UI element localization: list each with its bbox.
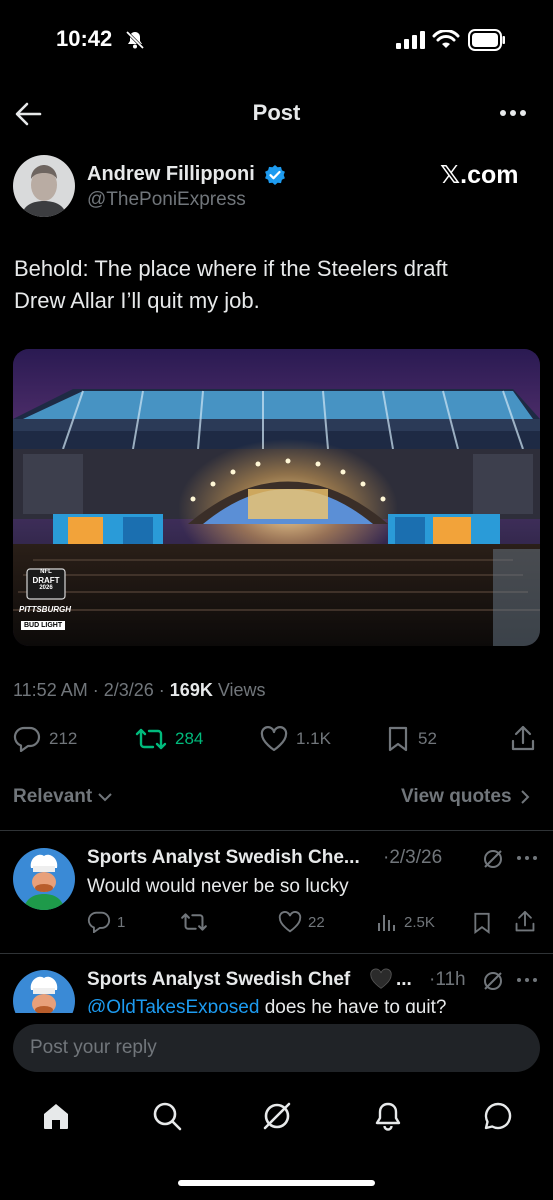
reply-time: ·11h xyxy=(429,969,466,990)
views-label: Views xyxy=(217,680,266,700)
reply-icon xyxy=(87,911,111,933)
grok-icon[interactable] xyxy=(482,848,504,870)
author-avatar[interactable] xyxy=(13,155,75,217)
draft-logo-line: DRAFT xyxy=(32,576,60,585)
author-name[interactable]: Andrew Fillipponi xyxy=(87,163,255,186)
repost-count: 284 xyxy=(175,729,204,748)
reply-author-name[interactable]: Sports Analyst Swedish Che... xyxy=(87,847,360,869)
home-indicator xyxy=(178,1180,375,1186)
reply-avatar[interactable] xyxy=(13,970,75,1013)
reply-name-ellipsis: ... xyxy=(396,969,412,990)
reply-text-body: does he have to quit? xyxy=(259,997,447,1013)
sort-dropdown[interactable]: Relevant xyxy=(13,786,112,808)
notifications-icon[interactable] xyxy=(372,1100,404,1132)
draft-logo-line: 2026 xyxy=(39,585,53,591)
signal-icon xyxy=(396,31,426,49)
tweet-text-line: Drew Allar I’ll quit my job. xyxy=(14,288,260,313)
tweet-date[interactable]: 2/3/26 xyxy=(104,680,154,700)
reply-reply-count: 1 xyxy=(117,913,126,931)
reply-text: Would would never be so lucky xyxy=(87,876,349,897)
x-brand-watermark: 𝕏.com xyxy=(440,161,519,189)
grok-icon[interactable] xyxy=(482,970,504,992)
page-title: Post xyxy=(252,100,301,125)
status-time: 10:42 xyxy=(56,26,113,51)
share-icon[interactable] xyxy=(510,725,536,753)
like-icon xyxy=(260,726,288,752)
divider xyxy=(0,953,553,954)
author-handle[interactable]: @ThePoniExpress xyxy=(87,189,246,211)
grok-icon[interactable] xyxy=(261,1100,293,1132)
views-icon xyxy=(378,915,395,931)
search-icon[interactable] xyxy=(151,1100,183,1132)
repost-icon xyxy=(181,913,207,931)
more-icon[interactable] xyxy=(516,855,538,861)
bookmark-icon[interactable] xyxy=(472,912,492,934)
draft-logo-line: NFL xyxy=(40,569,52,575)
reply-views-button[interactable]: 2.5K xyxy=(376,911,435,933)
reply-button[interactable]: 212 xyxy=(13,726,77,752)
share-icon[interactable] xyxy=(514,910,536,934)
tweet-text-line: Behold: The place where if the Steelers … xyxy=(14,256,448,281)
reply-time: ·2/3/26 xyxy=(383,847,443,868)
tweet-media-image[interactable]: NFL DRAFT 2026 PITTSBURGH BUD LIGHT xyxy=(13,349,540,646)
reply-time-value: 11h xyxy=(435,969,466,990)
draft-logo: NFL DRAFT 2026 xyxy=(27,569,65,592)
reply-repost-button[interactable] xyxy=(180,911,208,933)
tweet-time: 11:52 AM xyxy=(13,680,88,700)
messages-icon[interactable] xyxy=(482,1100,514,1132)
silent-bell-icon xyxy=(125,30,145,50)
reply-like-button[interactable]: 22 xyxy=(278,911,325,933)
reply-item-clipped: Sports Analyst Swedish Chef ... ·11h @Ol… xyxy=(0,955,553,1013)
bookmark-count: 52 xyxy=(418,729,437,748)
reply-reply-button[interactable]: 1 xyxy=(87,911,125,933)
bookmark-button[interactable]: 52 xyxy=(386,726,437,752)
more-icon[interactable] xyxy=(516,977,538,983)
reply-text: @OldTakesExposed does he have to quit? xyxy=(87,997,446,1013)
reply-placeholder: Post your reply xyxy=(30,1037,157,1058)
sort-label: Relevant xyxy=(13,786,93,807)
like-count: 1.1K xyxy=(296,729,331,748)
more-icon[interactable] xyxy=(497,105,529,121)
reply-author-name[interactable]: Sports Analyst Swedish Chef xyxy=(87,969,350,991)
wifi-icon xyxy=(432,30,460,50)
mention-link[interactable]: @OldTakesExposed xyxy=(87,997,259,1013)
reply-count: 212 xyxy=(49,729,78,748)
reply-like-count: 22 xyxy=(308,913,325,931)
home-icon[interactable] xyxy=(40,1100,72,1132)
reply-view-count: 2.5K xyxy=(404,913,435,931)
verified-icon xyxy=(264,164,286,186)
draft-logo-sponsor: BUD LIGHT xyxy=(21,621,66,630)
reply-time-value: 2/3/26 xyxy=(389,847,443,868)
tweet-meta: 11:52 AM · 2/3/26 · 169K Views xyxy=(13,680,266,700)
bookmark-icon xyxy=(388,726,408,752)
reply-avatar[interactable] xyxy=(13,848,75,910)
repost-button[interactable]: 284 xyxy=(135,726,203,752)
chevron-right-icon xyxy=(520,790,529,804)
views-count: 169K xyxy=(169,680,213,700)
view-quotes-label: View quotes xyxy=(401,786,512,807)
like-button[interactable]: 1.1K xyxy=(260,726,331,752)
chevron-down-icon xyxy=(98,793,112,802)
draft-logo-city: PITTSBURGH xyxy=(19,605,71,614)
tweet-text: Behold: The place where if the Steelers … xyxy=(14,253,534,317)
divider xyxy=(0,830,553,831)
repost-icon xyxy=(135,728,167,750)
view-quotes-link[interactable]: View quotes xyxy=(401,786,530,808)
reply-icon xyxy=(13,726,41,752)
like-icon xyxy=(278,911,302,933)
battery-icon xyxy=(468,29,506,51)
black-heart-icon xyxy=(369,968,393,990)
